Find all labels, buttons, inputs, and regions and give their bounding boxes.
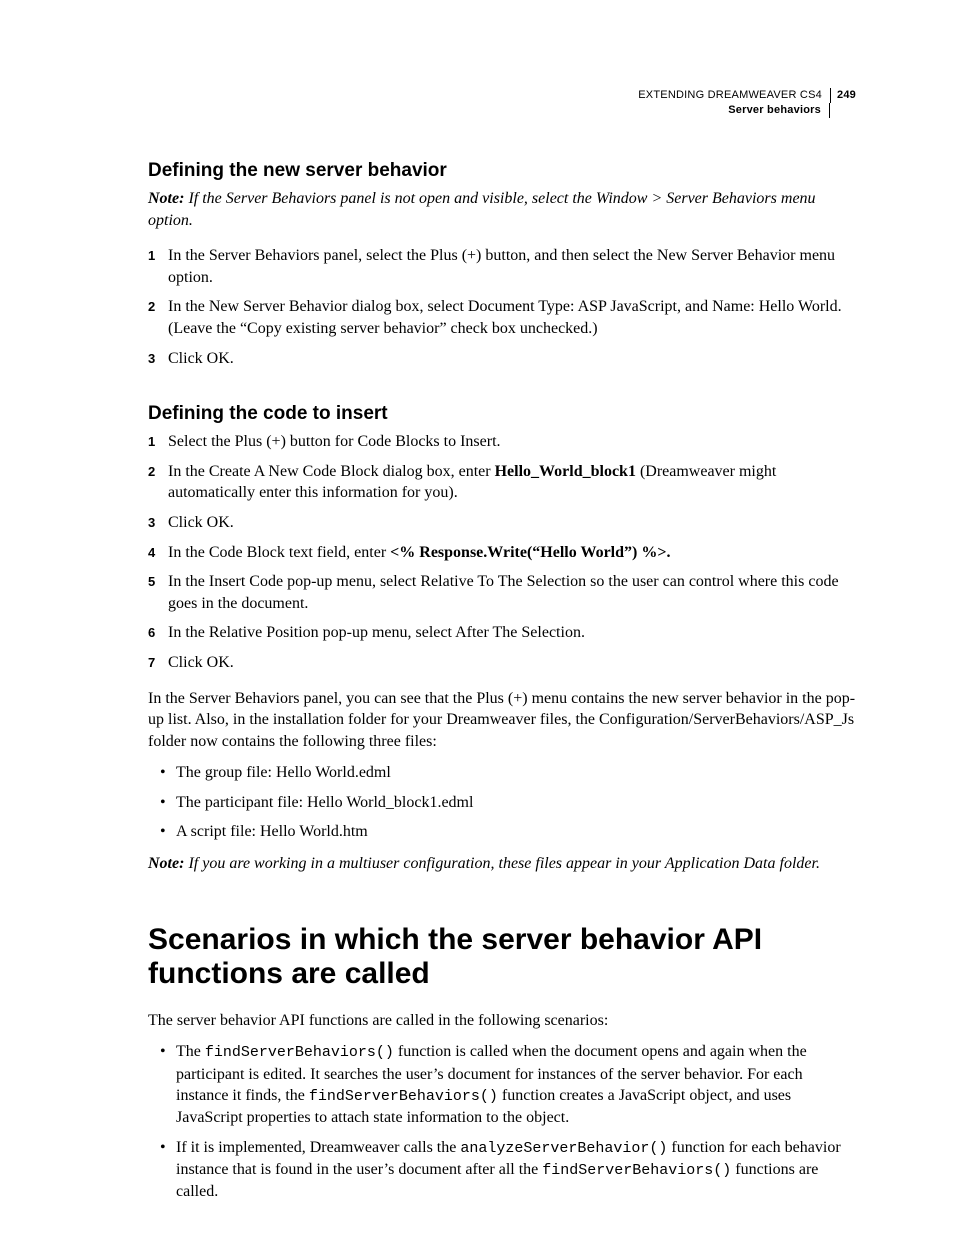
heading-scenarios-api-called: Scenarios in which the server behavior A… (148, 923, 856, 992)
list-item: The findServerBehaviors() function is ca… (148, 1041, 856, 1129)
page-number: 249 (831, 89, 856, 101)
step-text: In the Create A New Code Block dialog bo… (168, 463, 495, 480)
code-findServerBehaviors: findServerBehaviors() (205, 1044, 394, 1061)
heading-defining-new-server-behavior: Defining the new server behavior (148, 160, 856, 182)
code-block-name: Hello_World_block1 (495, 463, 636, 480)
note-multiuser-config: Note: If you are working in a multiuser … (148, 853, 856, 875)
text: The (176, 1043, 205, 1060)
step-item: Select the Plus (+) button for Code Bloc… (148, 431, 856, 453)
step-item: Click OK. (148, 512, 856, 534)
note-label: Note: (148, 190, 188, 207)
list-item: The group file: Hello World.edml (148, 762, 856, 784)
step-item: In the Insert Code pop-up menu, select R… (148, 571, 856, 614)
list-item: If it is implemented, Dreamweaver calls … (148, 1137, 856, 1203)
file-list: The group file: Hello World.edml The par… (148, 762, 856, 843)
code-snippet: <% Response.Write(“Hello World”) %>. (390, 544, 670, 561)
step-text: In the Code Block text field, enter (168, 544, 390, 561)
step-item: Click OK. (148, 348, 856, 370)
code-findServerBehaviors: findServerBehaviors() (309, 1088, 498, 1105)
note-text: If the Server Behaviors panel is not ope… (148, 190, 816, 229)
header-section: Server behaviors (728, 103, 830, 118)
list-item: A script file: Hello World.htm (148, 821, 856, 843)
paragraph-result-files: In the Server Behaviors panel, you can s… (148, 688, 856, 753)
step-item: Click OK. (148, 652, 856, 674)
code-findServerBehaviors: findServerBehaviors() (542, 1162, 731, 1179)
note-panel-not-open: Note: If the Server Behaviors panel is n… (148, 188, 856, 231)
header-title: EXTENDING DREAMWEAVER CS4 (638, 88, 831, 103)
step-item: In the New Server Behavior dialog box, s… (148, 296, 856, 339)
steps-defining-code-to-insert: Select the Plus (+) button for Code Bloc… (148, 431, 856, 673)
note-label: Note: (148, 855, 188, 872)
step-item: In the Server Behaviors panel, select th… (148, 245, 856, 288)
steps-defining-new-server-behavior: In the Server Behaviors panel, select th… (148, 245, 856, 369)
paragraph-intro: The server behavior API functions are ca… (148, 1010, 856, 1032)
text: If it is implemented, Dreamweaver calls … (176, 1139, 460, 1156)
step-item: In the Create A New Code Block dialog bo… (148, 461, 856, 504)
running-header: EXTENDING DREAMWEAVER CS4249 Server beha… (638, 88, 856, 118)
heading-defining-code-to-insert: Defining the code to insert (148, 403, 856, 425)
page: EXTENDING DREAMWEAVER CS4249 Server beha… (0, 0, 954, 1235)
step-item: In the Relative Position pop-up menu, se… (148, 622, 856, 644)
content: Defining the new server behavior Note: I… (148, 88, 856, 1203)
code-analyzeServerBehavior: analyzeServerBehavior() (460, 1140, 667, 1157)
step-item: In the Code Block text field, enter <% R… (148, 542, 856, 564)
scenario-list: The findServerBehaviors() function is ca… (148, 1041, 856, 1203)
note-text: If you are working in a multiuser config… (188, 855, 820, 872)
list-item: The participant file: Hello World_block1… (148, 792, 856, 814)
